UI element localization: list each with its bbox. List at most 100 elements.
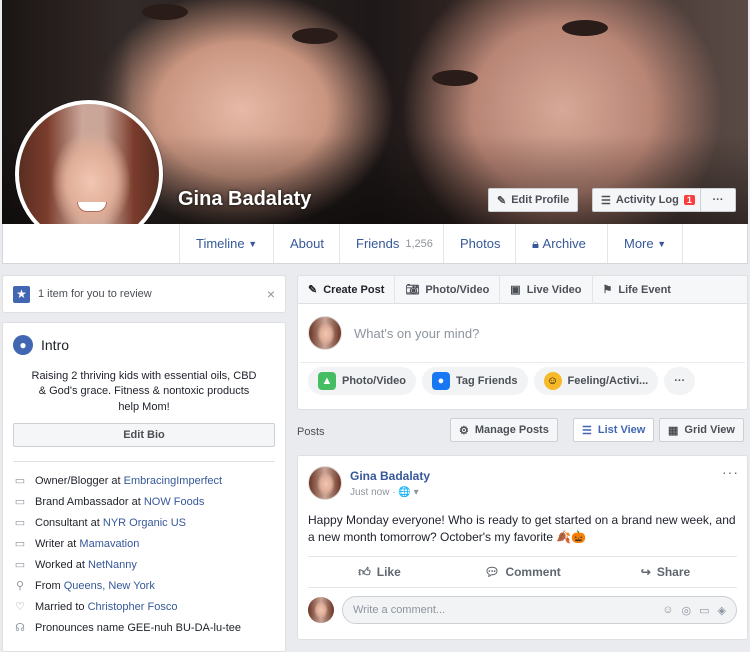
intro-row-prefix: Owner/Blogger at: [35, 474, 124, 487]
intro-row-link[interactable]: Queens, New York: [64, 580, 155, 592]
cover-eye: [432, 70, 478, 86]
like-button[interactable]: 👍︎ Like: [308, 557, 451, 587]
divider: [13, 461, 275, 463]
intro-row: ▭ Owner/Blogger at EmbracingImperfect: [13, 470, 275, 491]
tab-live-video[interactable]: ▣ Live Video: [500, 275, 593, 304]
manage-posts-button[interactable]: ⚙ Manage Posts: [450, 418, 558, 442]
tab-photos[interactable]: Photos: [443, 224, 516, 263]
tab-create-post-label: Create Post: [323, 283, 385, 296]
photo-video-button[interactable]: ▲ Photo/Video: [308, 367, 416, 395]
avatar-smile: [77, 202, 107, 212]
post-author[interactable]: Gina Badalaty: [350, 469, 430, 483]
activity-badge: 1: [683, 195, 695, 205]
manage-posts-label: Manage Posts: [474, 424, 549, 436]
intro-row-prefix: From: [35, 579, 64, 592]
flag-icon: ⚑: [602, 284, 613, 296]
edit-bio-button[interactable]: Edit Bio: [13, 423, 275, 448]
grid-view-button[interactable]: ▦ Grid View: [659, 418, 744, 442]
globe-icon: ●: [13, 335, 33, 355]
grid-icon: ▦: [668, 424, 679, 437]
post-timestamp[interactable]: Just now · 🌐 ▾: [350, 487, 430, 498]
intro-row: ☊ Pronounces name GEE-nuh BU-DA-lu-tee: [13, 617, 275, 638]
camera-icon[interactable]: ◎: [682, 604, 692, 617]
avatar: [308, 597, 334, 623]
briefcase-icon: ▭: [14, 538, 26, 551]
composer-placeholder[interactable]: What's on your mind?: [354, 326, 479, 341]
photo-icon: ▲: [318, 372, 336, 390]
list-icon: ☰: [601, 194, 611, 207]
feeling-activity-button[interactable]: ☺ Feeling/Activi...: [533, 367, 659, 395]
close-icon[interactable]: ×: [267, 286, 275, 302]
intro-row: ♡ Married to Christopher Fosco: [13, 596, 275, 617]
post-actions: 👍︎ Like 💬︎ Comment ↪ Share: [308, 556, 737, 588]
activity-log-button[interactable]: ☰ Activity Log 1: [592, 188, 704, 212]
caret-down-icon: ▼: [657, 238, 667, 249]
intro-row-text: Pronounces name GEE-nuh BU-DA-lu-tee: [35, 622, 241, 634]
tab-friends[interactable]: Friends 1,256: [339, 224, 449, 263]
intro-row-link[interactable]: NOW Foods: [144, 496, 205, 508]
tab-friends-label: Friends: [356, 236, 400, 251]
sticker-icon[interactable]: ◈: [718, 604, 726, 617]
comment-row: Write a comment... ☺ ◎ ▭ ◈: [308, 596, 737, 624]
intro-row-text: Brand Ambassador at NOW Foods: [35, 496, 204, 508]
tab-timeline-label: Timeline: [196, 236, 245, 251]
comment-button[interactable]: 💬︎ Comment: [451, 557, 594, 587]
intro-row-text: Married to Christopher Fosco: [35, 601, 177, 613]
avatar: [308, 316, 342, 350]
share-button[interactable]: ↪ Share: [594, 557, 737, 587]
intro-row-text: From Queens, New York: [35, 580, 155, 592]
camera-icon: 📷︎: [405, 284, 420, 296]
post-header: Gina Badalaty Just now · 🌐 ▾: [298, 456, 747, 500]
intro-row-link[interactable]: NYR Organic US: [103, 517, 186, 529]
composer-input-row[interactable]: What's on your mind?: [298, 304, 747, 362]
gif-icon[interactable]: ▭: [699, 604, 709, 617]
intro-row-link[interactable]: NetNanny: [88, 559, 137, 571]
post-options-button[interactable]: ···: [722, 464, 739, 480]
review-text: 1 item for you to review: [38, 288, 152, 300]
tab-create-post[interactable]: ✎ Create Post: [298, 275, 396, 304]
tab-photo-video[interactable]: 📷︎ Photo/Video: [395, 275, 501, 304]
tab-timeline[interactable]: Timeline ▼: [179, 224, 273, 263]
grid-view-label: Grid View: [684, 424, 735, 436]
profile-name[interactable]: Gina Badalaty: [178, 188, 311, 211]
lock-icon: 🔒︎: [532, 235, 539, 251]
composer-more-button[interactable]: ···: [664, 367, 696, 395]
avatar[interactable]: [308, 466, 342, 500]
briefcase-icon: ▭: [14, 517, 26, 530]
intro-row-prefix: Worked at: [35, 558, 88, 571]
review-notice[interactable]: ★ 1 item for you to review ×: [2, 275, 286, 313]
tab-archive[interactable]: 🔒︎ Archive: [515, 224, 602, 263]
comment-input[interactable]: Write a comment... ☺ ◎ ▭ ◈: [342, 596, 737, 624]
profile-more-button[interactable]: ···: [700, 188, 736, 212]
speech-icon: ☊: [15, 622, 25, 635]
posts-label: Posts: [297, 426, 325, 438]
posts-toolbar: Posts ⚙ Manage Posts ☰ List View ▦ Grid Vie…: [297, 418, 748, 446]
briefcase-icon: ▭: [14, 559, 26, 572]
post-text: Happy Monday everyone! Who is ready to g…: [308, 513, 736, 545]
intro-row-prefix: Consultant at: [35, 516, 103, 529]
intro-row: ▭ Writer at Mamavation: [13, 533, 275, 554]
cover-eye: [292, 28, 338, 44]
more-dots-icon: ···: [712, 194, 724, 206]
briefcase-icon: ▭: [14, 496, 26, 509]
tab-about[interactable]: About: [273, 224, 340, 263]
tab-archive-label: Archive: [542, 236, 586, 251]
intro-row-text: Owner/Blogger at EmbracingImperfect: [35, 475, 222, 487]
cover-eye: [562, 20, 608, 36]
profile-nav: Timeline ▼ About Friends 1,256 Photos 🔒︎ …: [2, 224, 748, 264]
settings-icon: ⚙: [459, 424, 469, 437]
tag-friends-button[interactable]: ● Tag Friends: [421, 367, 528, 395]
cover-eye: [142, 4, 188, 20]
comment-label: Comment: [505, 565, 561, 579]
share-label: Share: [656, 565, 691, 579]
intro-row-link[interactable]: Mamavation: [79, 538, 139, 550]
tab-more[interactable]: More ▼: [607, 224, 684, 263]
list-view-button[interactable]: ☰ List View: [573, 418, 655, 442]
heart-icon: ♡: [15, 601, 25, 614]
tab-life-event-label: Life Event: [618, 283, 671, 296]
edit-profile-button[interactable]: ✎ Edit Profile: [488, 188, 579, 212]
tab-life-event[interactable]: ⚑ Life Event: [593, 276, 681, 304]
intro-row-link[interactable]: EmbracingImperfect: [124, 475, 222, 487]
emoji-icon[interactable]: ☺: [662, 604, 673, 617]
intro-row-link[interactable]: Christopher Fosco: [88, 601, 178, 613]
